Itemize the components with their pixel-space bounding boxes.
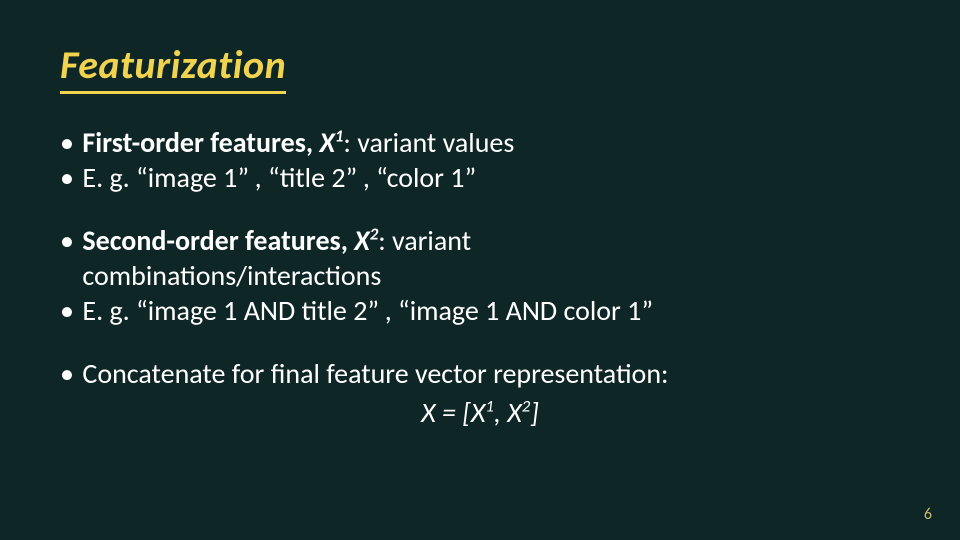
- bullet-line: •First-order features, X1: variant value…: [60, 125, 900, 160]
- math-var: X: [421, 395, 436, 430]
- bullet-line: •E. g. “image 1” , “title 2” , “color 1”: [60, 160, 900, 195]
- bullet-block: •Concatenate for final feature vector re…: [60, 356, 900, 430]
- math-var: X1: [319, 125, 343, 160]
- bullet-text: E. g. “image 1 AND title 2” , “image 1 A…: [82, 293, 653, 328]
- bullet-lead: First-order features,: [82, 125, 319, 160]
- bullet-line: •Concatenate for final feature vector re…: [60, 356, 900, 391]
- bullet-icon: •: [60, 223, 82, 258]
- bullet-icon: •: [60, 356, 82, 391]
- bullet-block: •Second-order features, X2: variant comb…: [60, 223, 900, 328]
- slide-title: Featurization: [60, 40, 900, 89]
- bullet-block: •First-order features, X1: variant value…: [60, 125, 900, 195]
- bullet-icon: •: [60, 125, 82, 160]
- slide: Featurization •First-order features, X1:…: [0, 0, 960, 540]
- bullet-tail: : variant values: [343, 125, 514, 160]
- bullet-line: •E. g. “image 1 AND title 2” , “image 1 …: [60, 293, 900, 328]
- bullet-icon: •: [60, 160, 82, 195]
- formula-close: ]: [530, 395, 539, 430]
- bullet-tail: : variant: [378, 223, 471, 258]
- bullet-text: E. g. “image 1” , “title 2” , “color 1”: [82, 160, 476, 195]
- bullet-icon: •: [60, 293, 82, 328]
- slide-title-text: Featurization: [60, 40, 286, 94]
- math-var: X2: [354, 223, 378, 258]
- math-var: X2: [507, 395, 530, 430]
- formula-eq: = [: [436, 395, 471, 430]
- formula-sep: ,: [494, 395, 507, 430]
- bullet-lead: Second-order features,: [82, 223, 354, 258]
- page-number: 6: [924, 505, 932, 524]
- bullet-continuation: combinations/interactions: [60, 258, 900, 293]
- bullet-text: Concatenate for final feature vector rep…: [82, 356, 668, 391]
- formula: X = [X1, X2]: [60, 395, 900, 430]
- math-var: X1: [471, 395, 494, 430]
- bullet-line: •Second-order features, X2: variant comb…: [60, 223, 900, 293]
